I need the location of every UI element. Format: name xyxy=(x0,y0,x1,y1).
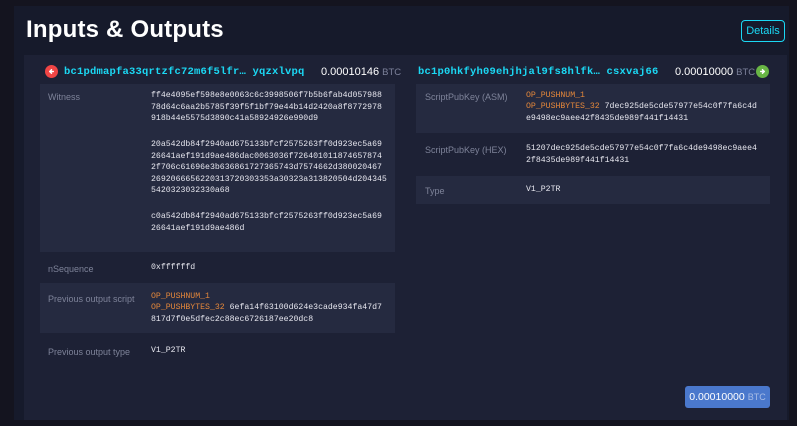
input-amount: 0.00010146 BTC xyxy=(321,66,401,78)
total-amount-value: 0.00010000 xyxy=(689,391,745,403)
output-amount-unit: BTC xyxy=(736,67,756,78)
scriptpubkey-hex-value: 51207dec925de5cde57977e54c0f7fa6c4de9498… xyxy=(526,144,757,165)
scriptpubkey-asm-line-3: e9498ec9aee42f8435de989f441f14431 xyxy=(526,114,689,123)
input-address-row: bc1pdmapfa33qrtzfc72m6f5lfr… yqzxlvpq xyxy=(64,62,305,82)
previous-output-type-label: Previous output type xyxy=(48,347,131,357)
witness-item-2: 20a542db84f2940ad675133bfcf2575263ff0d92… xyxy=(151,140,387,195)
output-amount-value: 0.00010000 xyxy=(675,66,734,78)
output-address-row: bc1p0hkfyh09ehjhjal9fs8hlfk… csxvaj66 xyxy=(418,62,659,82)
input-amount-value: 0.00010146 xyxy=(321,66,380,78)
previous-output-script-label: Previous output script xyxy=(48,294,135,304)
output-address-link[interactable]: bc1p0hkfyh09ehjhjal9fs8hlfk… csxvaj66 xyxy=(418,66,659,78)
output-amount: 0.00010000 BTC xyxy=(675,66,755,78)
witness-label: Witness xyxy=(48,92,81,102)
nsequence-label: nSequence xyxy=(48,264,94,274)
op-code: OP_PUSHBYTES_32 xyxy=(151,303,225,312)
arrow-left-circle-icon[interactable] xyxy=(45,65,58,78)
arrow-right-circle-icon[interactable] xyxy=(756,65,769,78)
output-type-card xyxy=(416,176,770,204)
total-amount-unit: BTC xyxy=(747,392,766,402)
input-address-link[interactable]: bc1pdmapfa33qrtzfc72m6f5lfr… yqzxlvpq xyxy=(64,66,305,78)
previous-output-script-line-2: OP_PUSHBYTES_32 6efa14f63100d624e3cade93… xyxy=(151,302,382,314)
script-hex: 6efa14f63100d624e3cade934fa47d7 xyxy=(229,303,382,312)
op-code: OP_PUSHNUM_1 xyxy=(526,91,585,100)
scriptpubkey-asm-line-2: OP_PUSHBYTES_32 7dec925de5cde57977e54c0f… xyxy=(526,101,757,113)
op-code: OP_PUSHNUM_1 xyxy=(151,292,210,301)
script-hex: 7dec925de5cde57977e54c0f7fa6c4d xyxy=(604,102,757,111)
scriptpubkey-asm-line-1: OP_PUSHNUM_1 xyxy=(526,90,585,102)
scriptpubkey-hex-label: ScriptPubKey (HEX) xyxy=(425,145,507,155)
section-title: Inputs & Outputs xyxy=(26,16,224,43)
op-code: OP_PUSHBYTES_32 xyxy=(526,102,600,111)
witness-item-3: c0a542db84f2940ad675133bfcf2575263ff0d92… xyxy=(151,212,382,233)
output-type-label: Type xyxy=(425,186,445,196)
details-button[interactable]: Details xyxy=(741,20,785,42)
previous-output-type-value: V1_P2TR xyxy=(151,346,186,355)
scriptpubkey-asm-label: ScriptPubKey (ASM) xyxy=(425,92,508,102)
output-type-value: V1_P2TR xyxy=(526,185,561,194)
previous-output-script-line-3: 817d7f0e5dfec2c88ec6726187ee20dc8 xyxy=(151,315,314,324)
input-amount-unit: BTC xyxy=(382,67,402,78)
witness-item-1: ff4e4095ef598e8e0063c6c3998506f7b5b6fab4… xyxy=(151,91,382,123)
total-amount-button[interactable]: 0.00010000 BTC xyxy=(685,386,770,408)
previous-output-script-line-1: OP_PUSHNUM_1 xyxy=(151,291,210,303)
nsequence-value: 0xffffffd xyxy=(151,263,196,272)
